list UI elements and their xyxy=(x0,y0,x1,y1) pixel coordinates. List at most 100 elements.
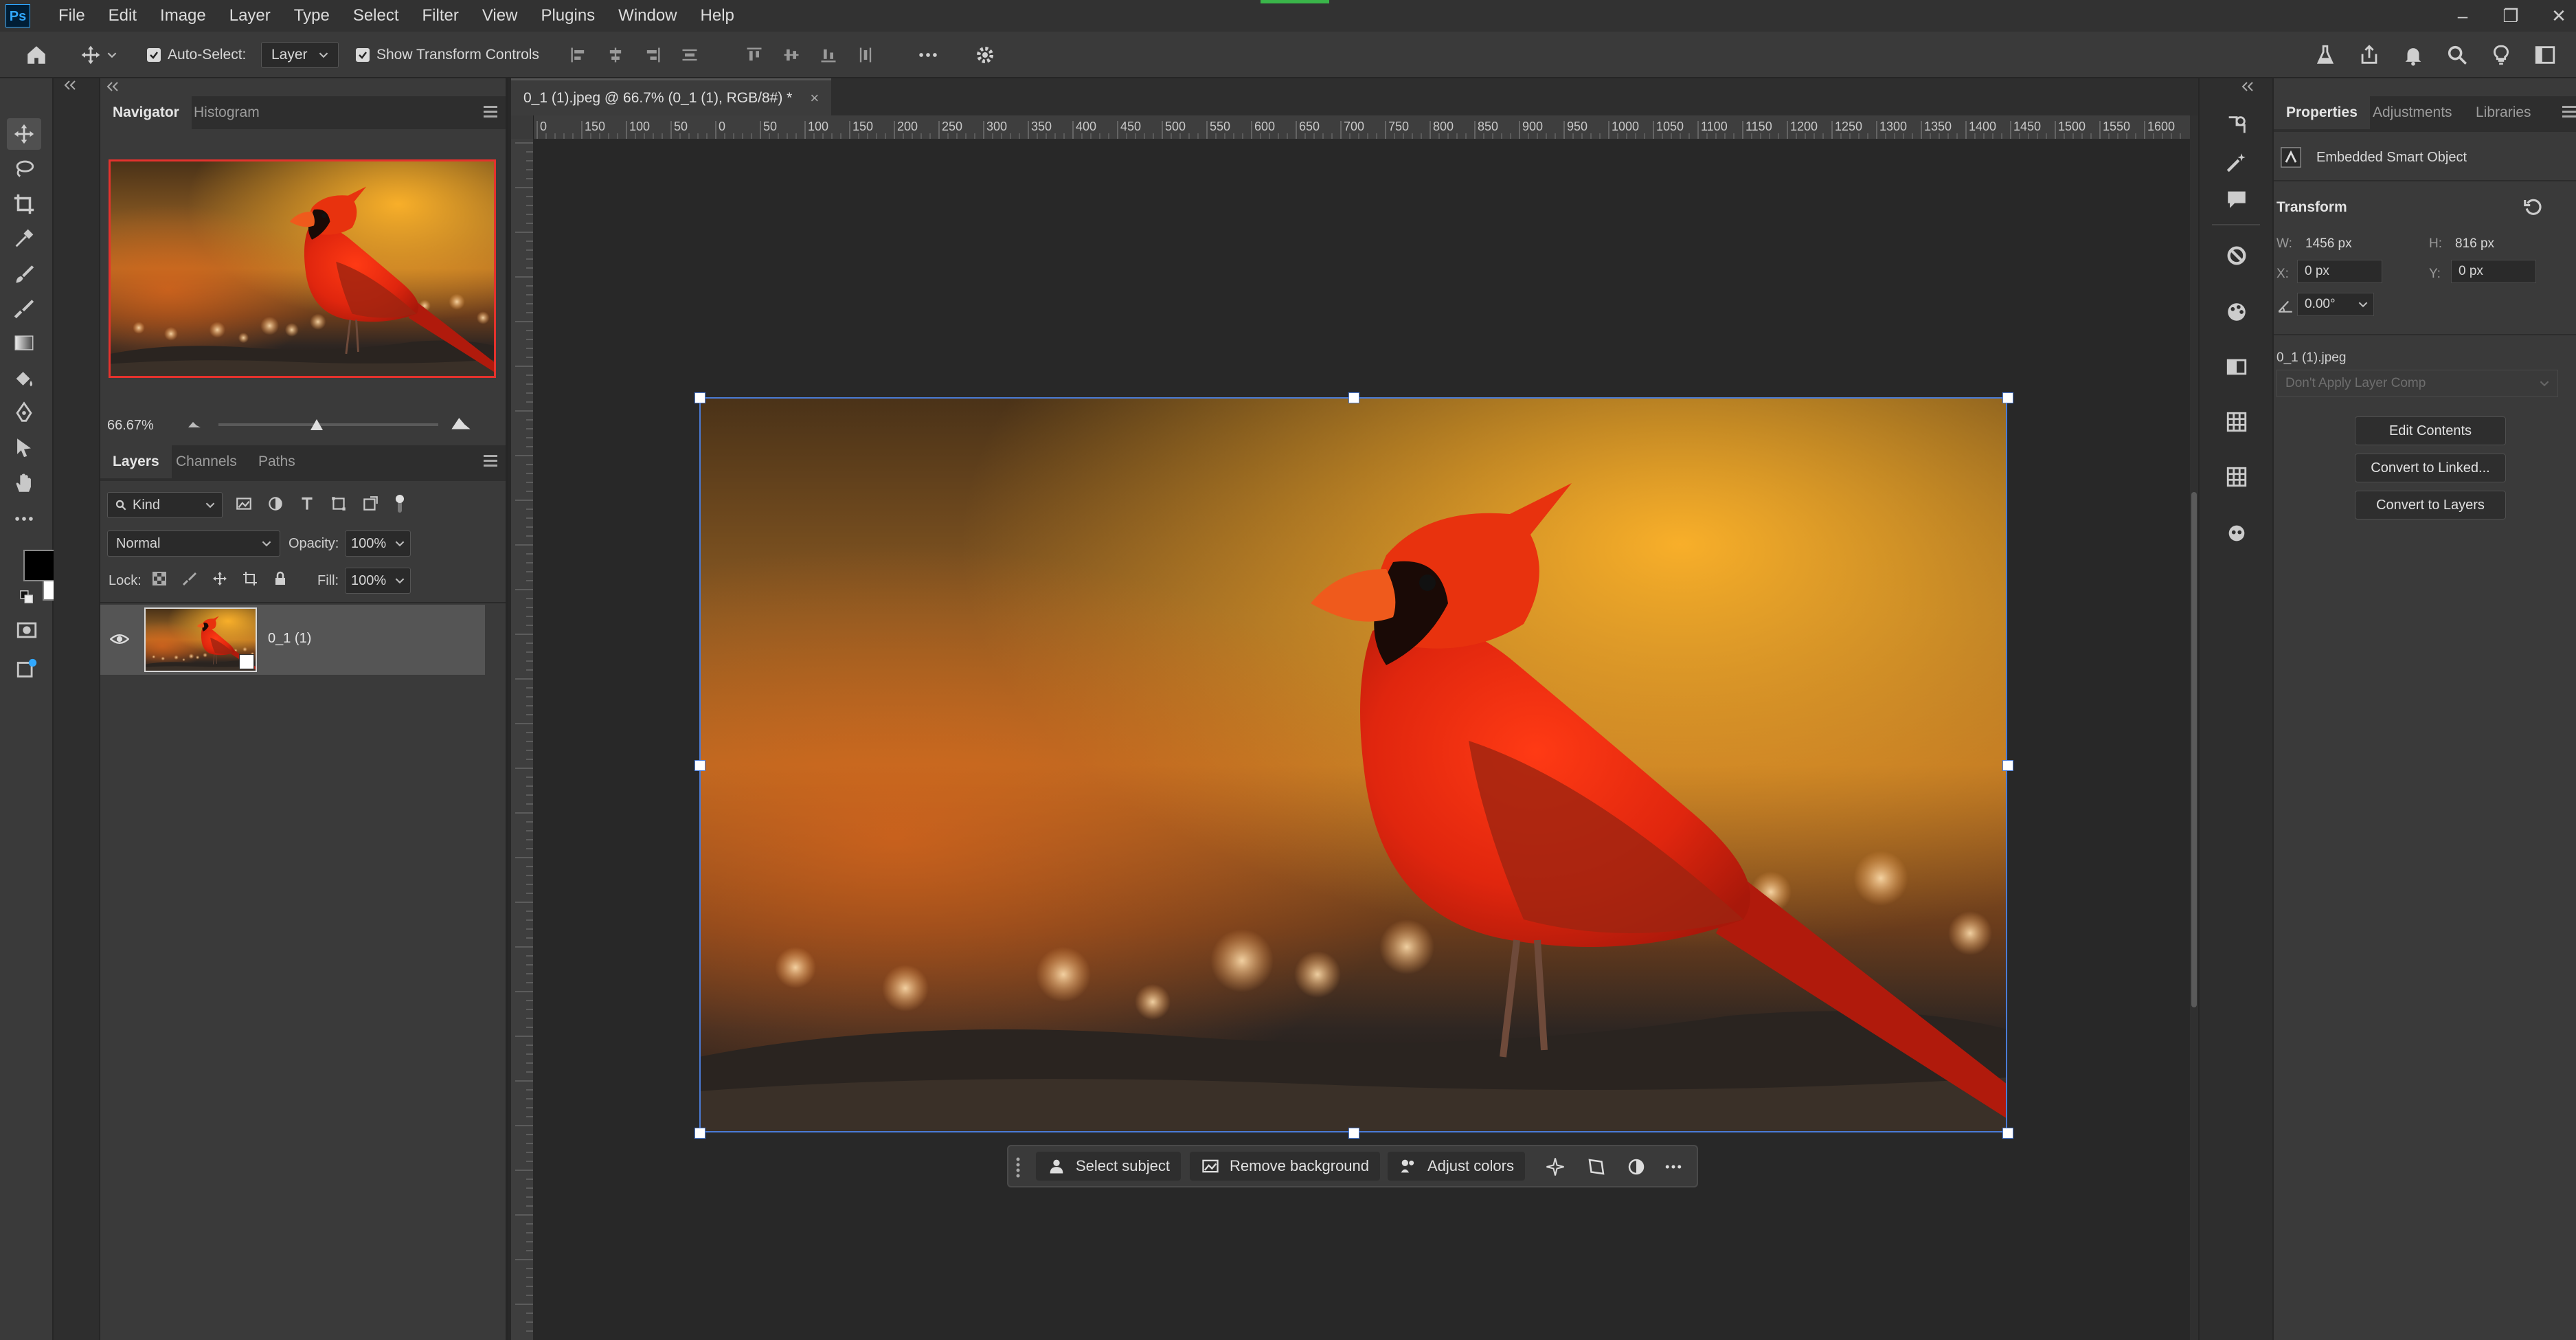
opacity-input[interactable]: 100% xyxy=(345,531,411,557)
blend-mode-dropdown[interactable]: Normal xyxy=(107,531,280,557)
align-right-icon[interactable] xyxy=(643,45,662,65)
select-subject-button[interactable]: Select subject xyxy=(1036,1152,1181,1181)
eye-icon[interactable] xyxy=(110,631,129,647)
comments-panel-button[interactable] xyxy=(2220,183,2253,216)
patterns-panel-button[interactable] xyxy=(2220,405,2253,438)
menu-plugins[interactable]: Plugins xyxy=(529,0,607,32)
quick-mask-button[interactable] xyxy=(10,614,44,646)
navigator-zoom-thumb[interactable] xyxy=(310,419,323,430)
type-layer-filter-icon[interactable] xyxy=(298,495,316,513)
scrollbar-thumb[interactable] xyxy=(2191,492,2197,1007)
transform-button[interactable] xyxy=(1584,1154,1609,1179)
convert-to-layers-button[interactable]: Convert to Layers xyxy=(2355,491,2506,520)
auto-select-target[interactable]: Layer xyxy=(261,41,339,69)
beaker-icon[interactable] xyxy=(2314,43,2337,67)
transform-handle-top-left[interactable] xyxy=(694,392,705,403)
gradient-tool[interactable] xyxy=(7,327,41,359)
edit-contents-button[interactable]: Edit Contents xyxy=(2355,416,2506,445)
minimize-icon[interactable]: – xyxy=(2452,5,2473,27)
height-value[interactable]: 816 px xyxy=(2455,236,2494,252)
auto-select-checkbox[interactable]: Auto-Select: xyxy=(147,41,246,69)
history-panel-button[interactable] xyxy=(2220,109,2253,142)
default-colors-icon[interactable] xyxy=(19,590,34,605)
adjust-colors-button[interactable]: Adjust colors xyxy=(1388,1152,1525,1181)
lasso-tool[interactable] xyxy=(7,153,41,184)
restore-icon[interactable]: ❐ xyxy=(2500,5,2521,27)
paint-bucket-tool[interactable] xyxy=(7,363,41,394)
x-input[interactable]: 0 px xyxy=(2297,260,2382,283)
remove-background-button[interactable]: Remove background xyxy=(1190,1152,1381,1181)
color-panel-button[interactable] xyxy=(2220,239,2253,272)
menu-view[interactable]: View xyxy=(471,0,530,32)
menu-type[interactable]: Type xyxy=(282,0,341,32)
reset-transform-icon[interactable] xyxy=(2522,197,2543,217)
settings-button[interactable] xyxy=(974,41,996,69)
edit-toolbar-button[interactable] xyxy=(7,503,41,535)
tab-navigator[interactable]: Navigator xyxy=(100,96,192,129)
document-tab[interactable]: 0_1 (1).jpeg @ 66.7% (0_1 (1), RGB/8#) *… xyxy=(511,78,832,115)
tab-libraries[interactable]: Libraries xyxy=(2463,96,2544,129)
3d-panel-button[interactable] xyxy=(2220,517,2253,550)
close-window-icon[interactable]: ✕ xyxy=(2549,5,2569,27)
navigator-zoom-slider[interactable] xyxy=(218,423,438,426)
lock-pixels-icon[interactable] xyxy=(181,570,198,587)
eyedropper-tool[interactable] xyxy=(7,223,41,254)
layer-filter-dropdown[interactable]: Kind xyxy=(107,492,223,518)
align-bottom-icon[interactable] xyxy=(819,45,838,65)
crop-tool[interactable] xyxy=(7,188,41,220)
y-input[interactable]: 0 px xyxy=(2451,260,2536,283)
gradients-panel-button[interactable] xyxy=(2220,350,2253,383)
transform-handle-top-right[interactable] xyxy=(2002,392,2013,403)
close-tab-icon[interactable]: × xyxy=(810,89,819,107)
bell-icon[interactable] xyxy=(2402,43,2425,67)
double-chevron-left-icon[interactable] xyxy=(106,81,120,92)
align-left-icon[interactable] xyxy=(569,45,588,65)
tab-histogram[interactable]: Histogram xyxy=(181,96,272,129)
menu-filter[interactable]: Filter xyxy=(411,0,471,32)
lock-position-icon[interactable] xyxy=(212,570,228,587)
transform-handle-bottom[interactable] xyxy=(1348,1128,1359,1139)
generative-fill-button[interactable] xyxy=(1543,1154,1568,1179)
layer-thumbnail[interactable] xyxy=(144,607,257,672)
tab-adjustments[interactable]: Adjustments xyxy=(2360,96,2465,129)
smart-object-filter-icon[interactable] xyxy=(361,495,379,513)
fill-input[interactable]: 100% xyxy=(345,568,411,594)
tab-channels[interactable]: Channels xyxy=(163,445,249,478)
filter-toggle-icon[interactable] xyxy=(393,493,407,514)
convert-to-linked-button[interactable]: Convert to Linked... xyxy=(2355,454,2506,482)
more-actions-button[interactable] xyxy=(1661,1154,1686,1179)
search-icon[interactable] xyxy=(2445,43,2469,67)
swatches-panel-button[interactable] xyxy=(2220,295,2253,328)
transform-bounding-box[interactable] xyxy=(699,397,2007,1132)
move-tool[interactable] xyxy=(7,118,41,150)
actions-panel-button[interactable] xyxy=(2220,146,2253,179)
width-value[interactable]: 1456 px xyxy=(2305,236,2352,252)
transform-handle-bottom-left[interactable] xyxy=(694,1128,705,1139)
angle-input[interactable]: 0.00° xyxy=(2297,293,2374,316)
layer-comp-dropdown[interactable]: Don't Apply Layer Comp xyxy=(2276,370,2558,397)
tab-layers[interactable]: Layers xyxy=(100,445,172,478)
transform-handle-bottom-right[interactable] xyxy=(2002,1128,2013,1139)
align-middle-icon[interactable] xyxy=(782,45,801,65)
lock-artboard-icon[interactable] xyxy=(242,570,258,587)
adjustment-layer-filter-icon[interactable] xyxy=(267,495,284,513)
ruler-origin[interactable] xyxy=(511,115,533,139)
mask-button[interactable] xyxy=(1624,1154,1649,1179)
more-options-button[interactable] xyxy=(916,41,940,69)
distribute-vertical-icon[interactable] xyxy=(680,45,699,65)
menu-help[interactable]: Help xyxy=(689,0,746,32)
lock-all-icon[interactable] xyxy=(272,570,289,587)
menu-select[interactable]: Select xyxy=(341,0,411,32)
path-selection-tool[interactable] xyxy=(7,432,41,463)
distribute-horizontal-icon[interactable] xyxy=(856,45,875,65)
shape-layer-filter-icon[interactable] xyxy=(330,495,348,513)
foreground-color-swatch-top[interactable] xyxy=(23,550,55,581)
move-tool-preset[interactable] xyxy=(80,41,117,69)
tab-properties[interactable]: Properties xyxy=(2274,96,2370,129)
menu-image[interactable]: Image xyxy=(148,0,218,32)
double-chevron-left-icon[interactable] xyxy=(63,80,77,91)
share-icon[interactable] xyxy=(2358,43,2381,67)
navigator-zoom-value[interactable]: 66.67% xyxy=(107,418,154,434)
vertical-scrollbar[interactable] xyxy=(2190,115,2198,1340)
pen-tool[interactable] xyxy=(7,397,41,429)
